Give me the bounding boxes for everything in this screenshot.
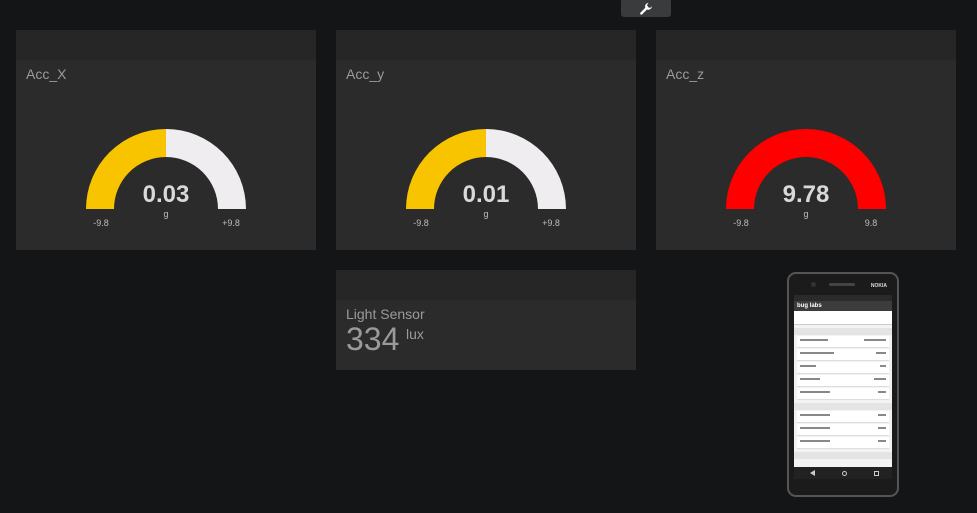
home-icon [841,470,847,476]
phone-section-header [794,403,892,410]
gauge-min-label: -9.8 [93,218,109,228]
gauge-panel-acc-z: Acc_z 9.78 g -9.8 9.8 [656,30,956,250]
panel-header [336,270,636,300]
phone-section-header [794,328,892,335]
gauge-value: 0.03 [142,181,190,208]
light-sensor-unit: lux [406,326,424,342]
phone-image: NOKIA bug labs [787,272,899,497]
phone-speaker [829,283,855,286]
light-sensor-panel: Light Sensor 334 lux [336,270,636,370]
gauge-unit: g [803,209,809,219]
phone-list-row [797,411,889,423]
phone-camera [811,282,816,287]
gauge-panel-acc-x: Acc_X 0.03 g -9.8 +9.8 [16,30,316,250]
back-icon [807,470,816,476]
phone-app-bar: bug labs [794,301,892,311]
edit-dashboard-button[interactable] [621,0,671,17]
phone-section-header [794,452,892,459]
panel-title: Light Sensor [346,306,425,322]
phone-list-row [797,375,889,387]
phone-list-row [797,362,889,374]
gauge-value: 9.78 [782,181,830,208]
phone-list-row [797,388,889,400]
gauge-unit: g [483,209,489,219]
gauge-unit: g [163,209,169,219]
phone-list-row [797,437,889,449]
wrench-icon [640,2,652,15]
phone-list-row [797,424,889,436]
phone-list-row [797,349,889,361]
phone-nav-bar [794,467,892,479]
gauge-value: 0.01 [462,181,510,208]
gauge-min-label: -9.8 [413,218,429,228]
light-sensor-value: 334 [346,321,400,357]
phone-banner [794,311,892,325]
gauge-min-label: -9.8 [733,218,749,228]
phone-list-row [797,336,889,348]
recents-icon [873,470,879,476]
gauge-max-label: +9.8 [222,218,240,228]
gauge-max-label: 9.8 [864,218,878,228]
gauge-max-label: +9.8 [542,218,560,228]
phone-screen: bug labs [794,295,892,479]
gauge-panel-acc-y: Acc_y 0.01 g -9.8 +9.8 [336,30,636,250]
phone-brand-logo: NOKIA [870,283,887,289]
